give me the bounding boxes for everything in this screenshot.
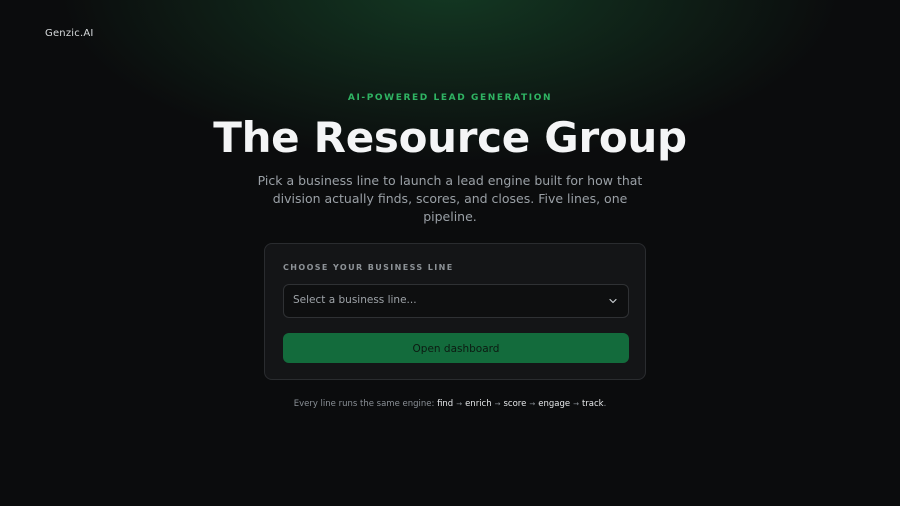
engine-footnote: Every line runs the same engine: find → en… — [0, 399, 900, 409]
business-line-card: CHOOSE YOUR BUSINESS LINE Select a busin… — [264, 243, 646, 380]
footnote-prefix: Every line runs the same engine: — [293, 399, 435, 409]
business-line-label: CHOOSE YOUR BUSINESS LINE — [283, 263, 454, 272]
hero-eyebrow: AI-POWERED LEAD GENERATION — [347, 93, 553, 103]
step-track: track — [581, 399, 604, 409]
landing-page: Genzic.AI AI-POWERED LEAD GENERATION The… — [0, 0, 900, 506]
step-engage: engage — [538, 399, 571, 409]
step-enrich: enrich — [465, 399, 492, 409]
step-find: find — [437, 399, 454, 409]
open-dashboard-button[interactable]: Open dashboard — [283, 333, 629, 363]
hero-subtitle: Pick a business line to launch a lead en… — [257, 173, 643, 224]
page-title: The Resource Group — [213, 113, 687, 162]
footnote-suffix: . — [603, 399, 607, 409]
business-line-select-value: Select a business line... — [293, 294, 417, 306]
step-score: score — [503, 399, 527, 409]
arrow-icon: → — [494, 400, 501, 408]
chevron-down-icon — [609, 298, 617, 304]
arrow-icon: → — [529, 400, 536, 408]
arrow-icon: → — [456, 400, 463, 408]
business-line-select[interactable]: Select a business line... — [283, 284, 629, 318]
arrow-icon: → — [573, 400, 579, 408]
brand-logo[interactable]: Genzic.AI — [45, 28, 94, 39]
